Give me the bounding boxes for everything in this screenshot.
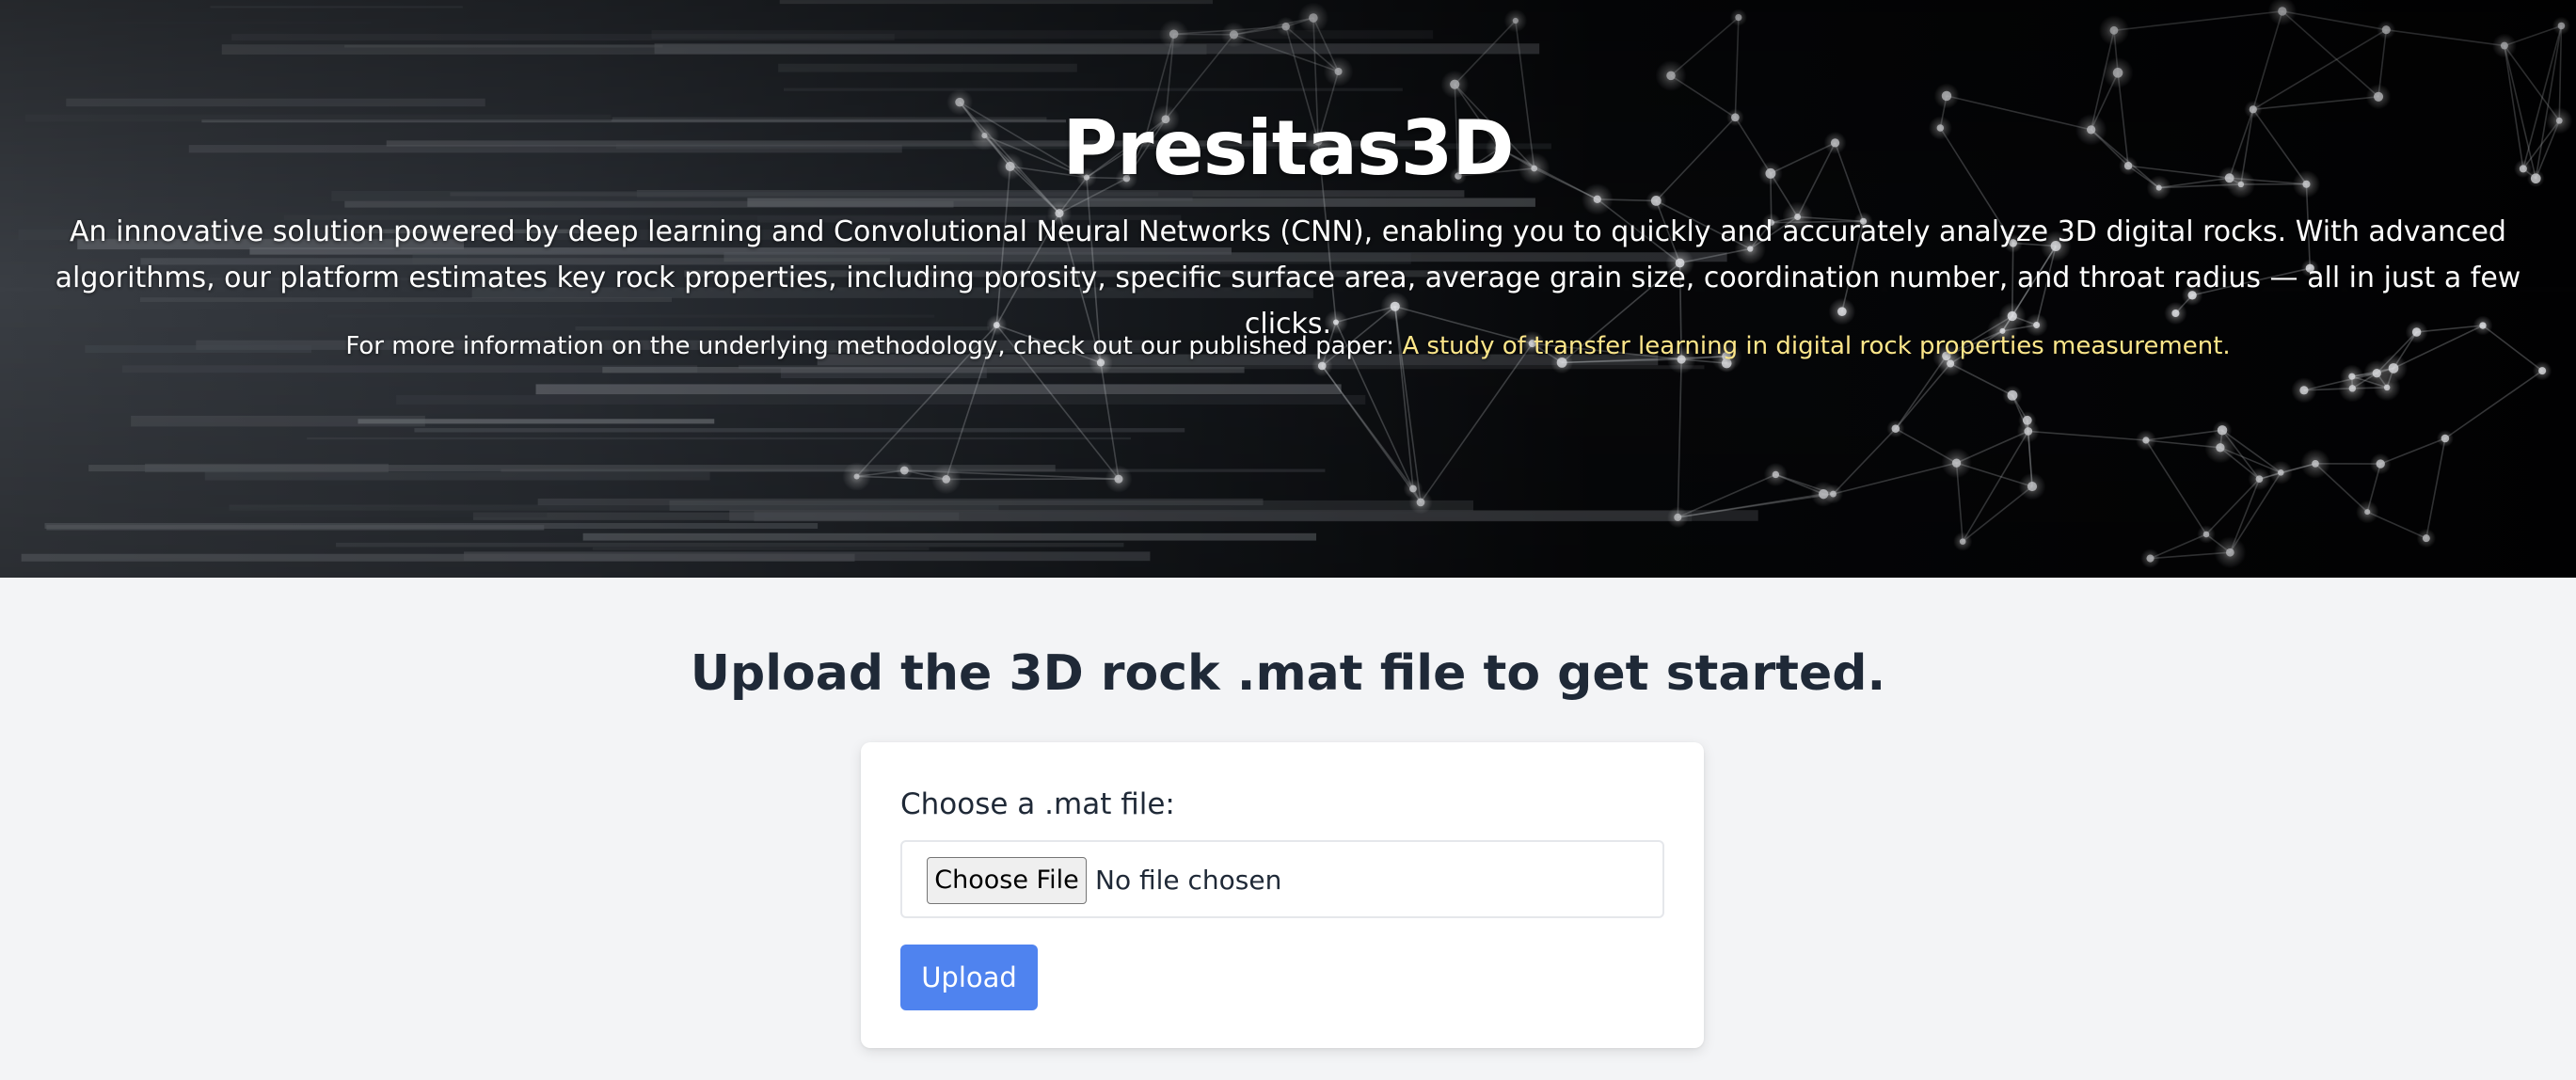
- paper-intro-text: For more information on the underlying m…: [345, 332, 1403, 360]
- choose-file-button[interactable]: Choose File: [927, 857, 1087, 904]
- upload-form-card: Choose a .mat file: Choose File No file …: [861, 742, 1704, 1048]
- file-input-field[interactable]: Choose File No file chosen: [900, 840, 1664, 918]
- app-description: An innovative solution powered by deep l…: [55, 215, 2521, 341]
- hero-content: Presitas3D An innovative solution powere…: [0, 0, 2576, 578]
- upload-button[interactable]: Upload: [900, 945, 1038, 1010]
- hero-banner: Presitas3D An innovative solution powere…: [0, 0, 2576, 578]
- app-title: Presitas3D: [1062, 104, 1514, 192]
- paper-reference: For more information on the underlying m…: [0, 327, 2576, 365]
- upload-heading: Upload the 3D rock .mat file to get star…: [690, 645, 1886, 702]
- file-chosen-status: No file chosen: [1095, 865, 1282, 896]
- file-input-label: Choose a .mat file:: [900, 787, 1175, 821]
- paper-link[interactable]: A study of transfer learning in digital …: [1402, 332, 2230, 360]
